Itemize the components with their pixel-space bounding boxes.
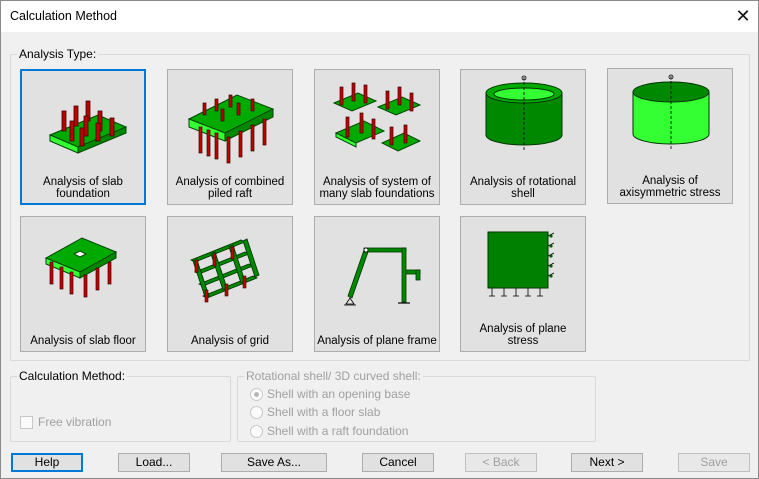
- slab-foundation-icon: [48, 100, 128, 154]
- card-label: Analysis of plane frame: [317, 335, 437, 347]
- free-vibration-checkbox[interactable]: Free vibration: [20, 415, 111, 429]
- radio-circle: [250, 387, 263, 401]
- load-button[interactable]: Load...: [118, 453, 190, 472]
- piled-raft-icon: [187, 94, 275, 164]
- calculation-method-group: Calculation Method:: [10, 369, 231, 442]
- radio-circle: [250, 405, 263, 419]
- radio-shell-floor-slab[interactable]: Shell with a floor slab: [250, 405, 380, 419]
- save-as-button[interactable]: Save As...: [221, 453, 327, 472]
- calculation-method-label: Calculation Method:: [17, 369, 128, 383]
- radio-label: Shell with a raft foundation: [267, 424, 409, 438]
- checkbox-box: [20, 415, 33, 429]
- save-button[interactable]: Save: [678, 453, 750, 472]
- radio-shell-opening-base[interactable]: Shell with an opening base: [250, 387, 410, 401]
- card-plane-frame[interactable]: Analysis of plane frame: [314, 216, 440, 352]
- card-label: Analysis of axisymmetric stress: [619, 175, 721, 199]
- plane-frame-icon: [344, 247, 421, 306]
- free-vibration-label: Free vibration: [38, 415, 112, 429]
- card-piled-raft[interactable]: Analysis of combined piled raft: [167, 69, 293, 205]
- card-slab-floor[interactable]: Analysis of slab floor: [20, 216, 146, 352]
- card-label: Analysis of plane stress: [479, 323, 567, 347]
- grid-icon: [190, 238, 260, 303]
- card-multi-slab[interactable]: Analysis of system of many slab foundati…: [314, 69, 440, 205]
- card-axisymmetric[interactable]: Analysis of axisymmetric stress: [607, 68, 733, 204]
- radio-shell-raft-foundation[interactable]: Shell with a raft foundation: [250, 424, 408, 438]
- next-button[interactable]: Next >: [571, 453, 643, 472]
- card-rotational-shell[interactable]: Analysis of rotational shell: [460, 69, 586, 205]
- rotational-shell-label: Rotational shell/ 3D curved shell:: [244, 369, 423, 383]
- dialog-window: Calculation Method ✕ Analysis Type: Anal…: [0, 0, 759, 479]
- card-label: Analysis of combined piled raft: [175, 176, 285, 200]
- dialog-title: Calculation Method: [10, 9, 118, 23]
- card-slab-foundation[interactable]: Analysis of slab foundation: [20, 69, 146, 205]
- cancel-button[interactable]: Cancel: [362, 453, 434, 472]
- card-label: Analysis of system of many slab foundati…: [319, 176, 435, 200]
- analysis-type-label: Analysis Type:: [17, 47, 99, 61]
- close-icon[interactable]: ✕: [728, 1, 758, 32]
- card-grid[interactable]: Analysis of grid: [167, 216, 293, 352]
- back-button[interactable]: < Back: [465, 453, 537, 472]
- multi-slab-icon: [332, 82, 422, 152]
- card-label: Analysis of slab foundation: [43, 176, 123, 200]
- title-bar: Calculation Method ✕: [1, 1, 758, 32]
- radio-label: Shell with a floor slab: [267, 405, 381, 419]
- slab-floor-icon: [44, 237, 118, 298]
- card-label: Analysis of grid: [191, 335, 269, 347]
- axisymmetric-icon: [632, 74, 710, 150]
- rotational-shell-icon: [485, 75, 563, 151]
- plane-stress-icon: [487, 231, 555, 297]
- radio-label: Shell with an opening base: [267, 387, 411, 401]
- card-label: Analysis of rotational shell: [469, 176, 577, 200]
- help-button[interactable]: Help: [11, 453, 83, 472]
- card-plane-stress[interactable]: Analysis of plane stress: [460, 216, 586, 352]
- radio-circle: [250, 424, 263, 438]
- card-label: Analysis of slab floor: [30, 335, 136, 347]
